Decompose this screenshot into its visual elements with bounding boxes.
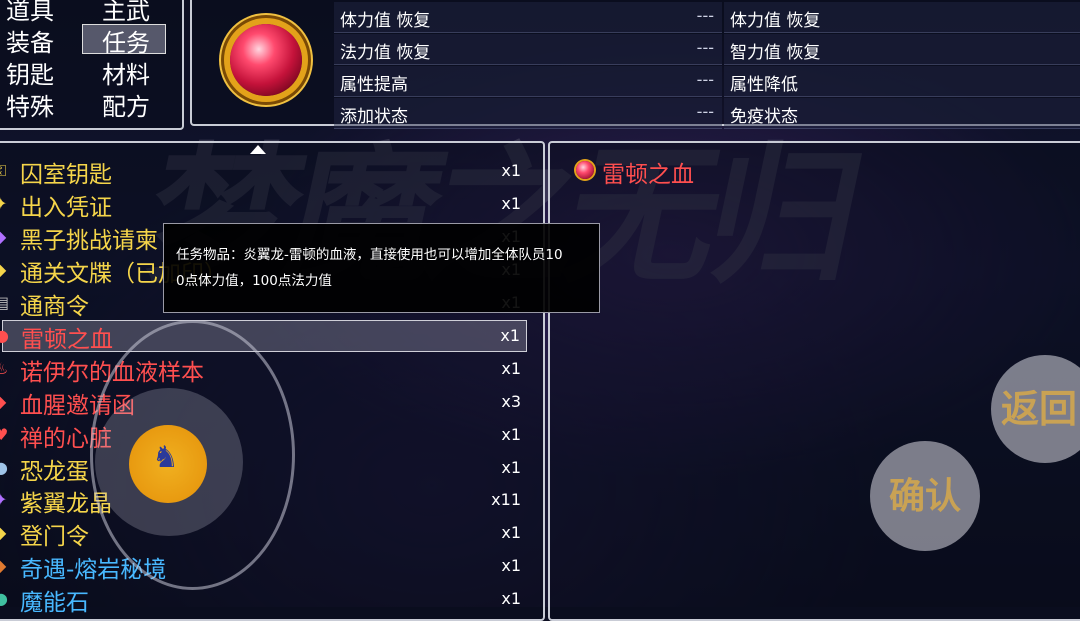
stat-label: 属性降低: [730, 75, 798, 95]
item-name: 雷顿之血: [21, 327, 113, 353]
pass-icon: ✦: [0, 194, 8, 213]
stat-label: 智力值 恢复: [730, 43, 821, 63]
egg-icon: ●: [0, 458, 8, 477]
list-item[interactable]: ⚿ 囚室钥匙 x1: [0, 156, 527, 188]
category-tab-quest[interactable]: 任务: [102, 28, 150, 58]
stat-row: 添加状态 ---: [334, 98, 722, 129]
item-detail-panel: 体力值 恢复 --- 法力值 恢复 --- 属性提高 --- 添加状态 --- …: [190, 0, 1080, 129]
item-name: 魔能石: [20, 590, 89, 616]
token-icon: ◆: [0, 523, 7, 542]
stat-value: ---: [696, 70, 714, 89]
stone-icon: ●: [0, 589, 8, 608]
heart-icon: ♥: [0, 425, 9, 444]
blood-orb-icon: ●: [0, 326, 9, 345]
category-tab-special[interactable]: 特殊: [6, 92, 54, 122]
category-tab-materials[interactable]: 材料: [102, 60, 150, 90]
item-description-tooltip: 任务物品：炎翼龙-雷顿的血液，直接使用也可以增加全体队员10 0点体力值，100…: [163, 223, 600, 313]
item-name: 通商令: [20, 294, 89, 320]
list-item[interactable]: ✦ 出入凭证 x1: [0, 189, 527, 221]
item-name: 出入凭证: [20, 195, 112, 221]
stat-row: 法力值 恢复 ---: [334, 34, 722, 65]
token-icon: ▤: [0, 293, 10, 312]
item-count: x1: [501, 556, 521, 575]
crystal-icon: ✦: [0, 490, 8, 509]
stat-value: ---: [696, 102, 714, 121]
tooltip-line: 0点体力值，100点法力值: [176, 273, 332, 289]
letter-icon: ◆: [0, 392, 7, 411]
category-panel: 道具 主武 装备 任务 钥匙 材料 特殊 配方: [0, 0, 184, 130]
scroll-up-arrow-icon[interactable]: [250, 145, 266, 154]
crystal-icon: ◆: [0, 227, 7, 246]
blood-orb-icon: [230, 24, 302, 96]
list-item-selected[interactable]: ● 雷顿之血 x1: [0, 320, 527, 353]
vial-icon: ♨: [0, 359, 9, 378]
list-item[interactable]: ◆ 奇遇-熔岩秘境 x1: [0, 551, 527, 583]
stat-label: 添加状态: [340, 107, 408, 127]
item-name: 登门令: [20, 524, 89, 550]
map-icon: ◆: [0, 556, 7, 575]
stat-label: 免疫状态: [730, 107, 798, 127]
item-count: x1: [501, 523, 521, 542]
stat-row: 体力值 恢复: [724, 2, 1080, 33]
item-count: x1: [501, 425, 521, 444]
stat-label: 法力值 恢复: [340, 43, 431, 63]
stat-row: 免疫状态: [724, 98, 1080, 129]
stat-label: 体力值 恢复: [730, 11, 821, 31]
dragon-icon: ♞: [152, 440, 179, 475]
item-count: x1: [501, 194, 521, 213]
stat-row: 属性提高 ---: [334, 66, 722, 97]
stat-value: ---: [696, 38, 714, 57]
stat-label: 属性提高: [340, 75, 408, 95]
item-count: x1: [501, 589, 521, 608]
item-count: x11: [491, 490, 521, 509]
document-icon: ◆: [0, 260, 7, 279]
category-tab-keys[interactable]: 钥匙: [6, 60, 54, 90]
item-name: 恐龙蛋: [20, 459, 89, 485]
key-icon: ⚿: [0, 161, 7, 180]
category-tab-equipment[interactable]: 装备: [6, 28, 54, 58]
stat-label: 体力值 恢复: [340, 11, 431, 31]
stat-row: 体力值 恢复 ---: [334, 2, 722, 33]
stat-row: 属性降低: [724, 66, 1080, 97]
item-count: x1: [501, 161, 521, 180]
confirm-button[interactable]: 确认: [870, 441, 980, 551]
item-count: x3: [501, 392, 521, 411]
item-count: x1: [500, 326, 520, 345]
category-tab-weapons[interactable]: 主武: [102, 0, 150, 26]
category-tab-recipes[interactable]: 配方: [102, 92, 150, 122]
item-name: 黑子挑战请柬: [20, 228, 158, 254]
list-item[interactable]: ● 魔能石 x1: [0, 584, 527, 616]
stat-row: 智力值 恢复: [724, 34, 1080, 65]
stat-value: ---: [696, 6, 714, 25]
tooltip-line: 任务物品：炎翼龙-雷顿的血液，直接使用也可以增加全体队员10: [176, 247, 563, 263]
blood-orb-icon: [576, 161, 594, 179]
item-count: x1: [501, 359, 521, 378]
item-name: 囚室钥匙: [20, 162, 112, 188]
category-tab-items[interactable]: 道具: [6, 0, 54, 26]
item-count: x1: [501, 458, 521, 477]
selected-item-name: 雷顿之血: [602, 162, 694, 188]
